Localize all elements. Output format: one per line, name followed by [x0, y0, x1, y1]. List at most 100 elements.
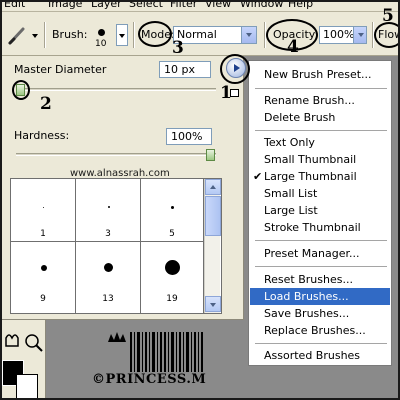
menu-item-save-brushes[interactable]: Save Brushes...	[250, 305, 390, 322]
opacity-value: 100%	[323, 28, 355, 41]
menu-view[interactable]: View	[205, 2, 231, 10]
annotation-number-3: 3	[172, 38, 184, 58]
menu-image[interactable]: Image	[48, 2, 82, 10]
menu-select[interactable]: Select	[129, 2, 163, 10]
menu-item-assorted-brushes[interactable]: Assorted Brushes	[250, 347, 390, 364]
menu-item-reset-brushes[interactable]: Reset Brushes...	[250, 271, 390, 288]
scroll-down-button[interactable]	[205, 296, 221, 312]
menu-item-label: Replace Brushes...	[264, 324, 366, 337]
menu-item-label: Assorted Brushes	[264, 349, 361, 362]
menu-item-label: Load Brushes...	[264, 290, 349, 303]
menu-item-text-only[interactable]: Text Only	[250, 134, 390, 151]
photoshop-window: Edit Image Layer Select Filter View Wind…	[0, 0, 400, 400]
hardness-field[interactable]: 100%	[166, 128, 212, 145]
menu-item-label: Reset Brushes...	[264, 273, 353, 286]
master-diameter-field[interactable]: 10 px	[159, 61, 211, 78]
brush-tip-preview	[165, 260, 180, 275]
opacity-field[interactable]: 100%	[319, 26, 367, 44]
barcode-logo	[108, 332, 203, 372]
brush-preset-cell[interactable]: 19	[141, 242, 204, 314]
menu-item-small-list[interactable]: Small List	[250, 185, 390, 202]
annotation-number-2: 2	[40, 94, 52, 114]
menu-filter[interactable]: Filter	[170, 2, 197, 10]
menu-item-label: Rename Brush...	[264, 94, 355, 107]
brush-tip-preview	[108, 206, 110, 208]
mode-select[interactable]: Normal	[173, 26, 257, 44]
checkmark-icon: ✔	[253, 170, 263, 183]
tool-preset-picker[interactable]	[6, 24, 40, 46]
menu-separator	[255, 130, 387, 131]
brush-preset-size: 1	[40, 229, 46, 239]
hardness-slider[interactable]	[16, 153, 216, 156]
master-diameter-label: Master Diameter	[14, 63, 107, 76]
menu-separator	[255, 240, 387, 241]
annotation-number-1: 1	[220, 83, 232, 103]
annotation-circle-mode	[138, 21, 172, 47]
menu-bar: Edit Image Layer Select Filter View Wind…	[2, 2, 398, 12]
hardness-label: Hardness:	[14, 129, 70, 142]
brush-tip-preview	[171, 206, 174, 209]
menu-item-preset-manager[interactable]: Preset Manager...	[250, 245, 390, 262]
menu-separator	[255, 266, 387, 267]
brush-preset-cell[interactable]: 13	[76, 242, 141, 314]
menu-item-label: Large List	[264, 204, 318, 217]
menu-item-label: Text Only	[264, 136, 315, 149]
menu-help[interactable]: Help	[288, 2, 313, 10]
annotation-number-5: 5	[382, 6, 394, 26]
brush-grid-scrollbar[interactable]	[204, 179, 221, 313]
brush-tip-preview	[41, 265, 47, 271]
brush-preset-size: 3	[105, 229, 111, 239]
menu-item-load-brushes[interactable]: Load Brushes...	[250, 288, 390, 305]
annotation-number-4: 4	[287, 37, 299, 57]
menu-separator	[255, 343, 387, 344]
menu-edit[interactable]: Edit	[4, 2, 25, 10]
brush-tip-preview	[98, 29, 105, 36]
menu-item-label: Large Thumbnail	[264, 170, 357, 183]
menu-item-label: Small List	[264, 187, 318, 200]
hardness-value: 100%	[171, 130, 203, 143]
brush-tip-preview	[43, 207, 44, 208]
separator	[133, 22, 135, 48]
menu-separator	[255, 88, 387, 89]
brush-tip-preview	[104, 263, 113, 272]
menu-item-new-brush-preset[interactable]: New Brush Preset...	[250, 66, 390, 83]
menu-item-rename-brush[interactable]: Rename Brush...	[250, 92, 390, 109]
tool-icons	[5, 334, 43, 352]
separator	[44, 22, 46, 48]
hand-tool-icon	[5, 334, 19, 347]
menu-item-stroke-thumbnail[interactable]: Stroke Thumbnail	[250, 219, 390, 236]
options-bar: Brush: 10 Mode: Normal Opacity: 100% Flo…	[2, 12, 398, 56]
credit-text: ©PRINCESS.M	[92, 372, 207, 387]
brush-size-value: 10	[95, 39, 107, 49]
scroll-thumb[interactable]	[205, 196, 221, 236]
menu-item-label: Delete Brush	[264, 111, 336, 124]
chevron-down-icon	[241, 27, 256, 43]
menu-item-label: Save Brushes...	[264, 307, 350, 320]
brush-tool-icon	[8, 27, 38, 45]
menu-item-large-thumbnail[interactable]: ✔ Large Thumbnail	[250, 168, 390, 185]
brush-picker-dropdown-button[interactable]	[116, 24, 128, 46]
master-diameter-value: 10 px	[164, 63, 195, 76]
hardness-slider-thumb[interactable]	[206, 149, 215, 161]
background-color-swatch[interactable]	[16, 374, 38, 398]
brush-preset-cell[interactable]: 9	[11, 242, 76, 314]
brush-preset-cell[interactable]: 5	[141, 179, 204, 242]
brush-preset-cell[interactable]: 3	[76, 179, 141, 242]
annotation-circle-slider	[12, 80, 30, 100]
brush-preset-size: 13	[102, 294, 114, 304]
menu-item-label: Small Thumbnail	[264, 153, 357, 166]
scroll-up-button[interactable]	[205, 179, 221, 195]
menu-item-replace-brushes[interactable]: Replace Brushes...	[250, 322, 390, 339]
brush-preset-cell[interactable]: 1	[11, 179, 76, 242]
menu-item-large-list[interactable]: Large List	[250, 202, 390, 219]
menu-item-label: Stroke Thumbnail	[264, 221, 361, 234]
brush-preset-size: 9	[40, 294, 46, 304]
menu-item-delete-brush[interactable]: Delete Brush	[250, 109, 390, 126]
master-diameter-slider[interactable]	[16, 88, 216, 91]
menu-layer[interactable]: Layer	[91, 2, 122, 10]
brush-label: Brush:	[52, 28, 88, 41]
menu-window[interactable]: Window	[240, 2, 283, 10]
brush-panel-menu: New Brush Preset... Rename Brush... Dele…	[248, 60, 392, 366]
annotation-circle-panel-menu	[220, 54, 250, 84]
menu-item-small-thumbnail[interactable]: Small Thumbnail	[250, 151, 390, 168]
